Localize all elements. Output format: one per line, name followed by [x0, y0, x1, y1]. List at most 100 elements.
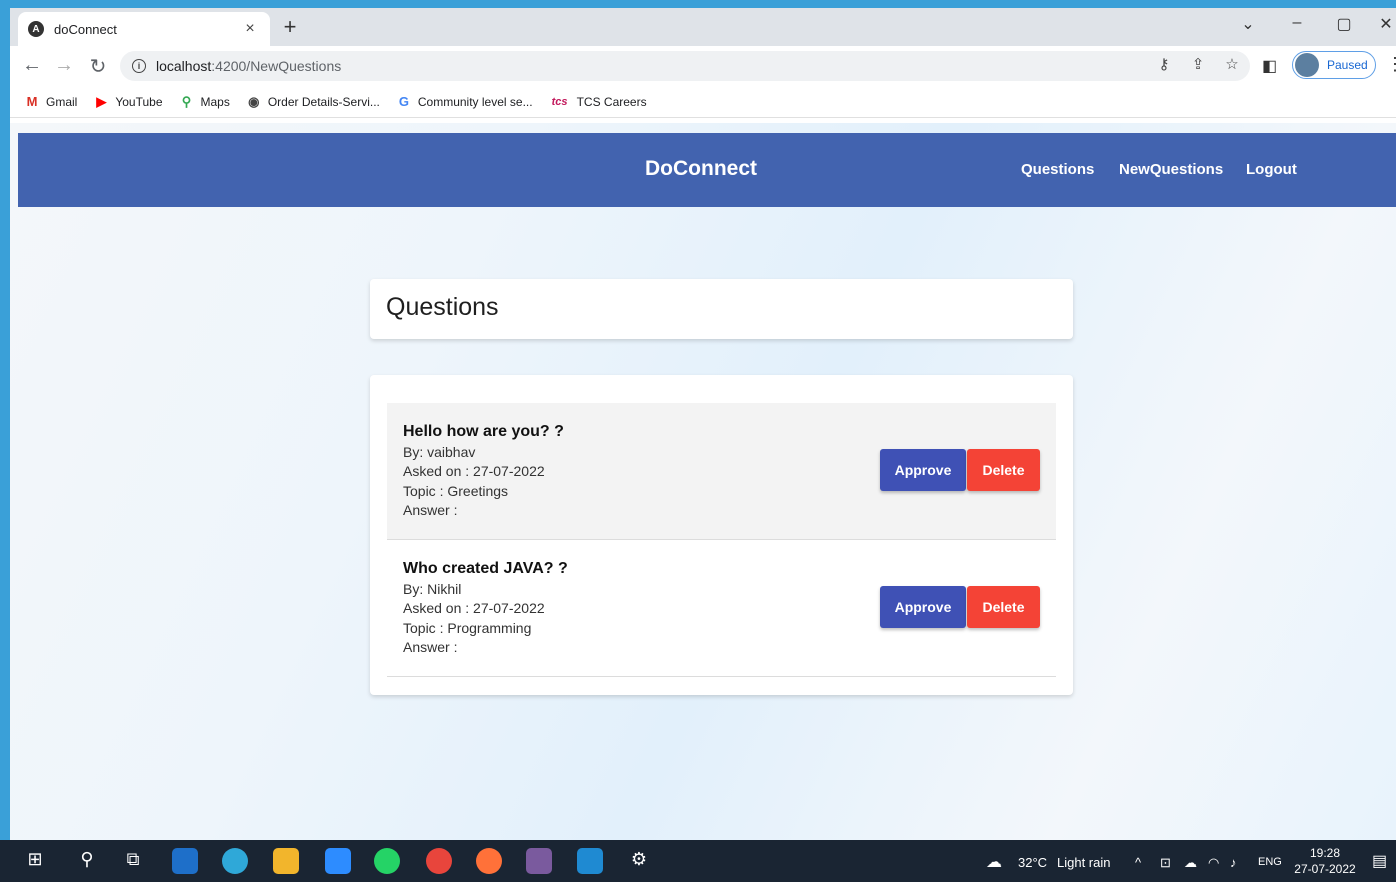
list-item: Hello how are you? ? By: vaibhav Asked o… [387, 403, 1056, 540]
delete-button[interactable]: Delete [967, 449, 1040, 491]
clock-date: 27-07-2022 [1294, 862, 1356, 876]
question-answer: Answer : [403, 639, 458, 655]
windows-start-icon[interactable]: ⊞ [22, 849, 48, 870]
bookmark-label: TCS Careers [576, 94, 647, 109]
mail-icon[interactable] [172, 848, 198, 874]
search-icon[interactable]: ⚲ [74, 849, 100, 870]
vscode-icon[interactable] [577, 848, 603, 874]
maximize-icon[interactable]: ▢ [1332, 14, 1356, 34]
meet-icon[interactable]: ⊡ [1160, 855, 1171, 871]
bookmark-label: Community level se... [417, 94, 533, 109]
page-title-card: Questions [370, 279, 1073, 339]
gmail-icon: M [26, 94, 38, 109]
onedrive-cloud-icon[interactable]: ☁ [1184, 855, 1197, 871]
bookmark-gmail[interactable]: M Gmail [24, 94, 78, 109]
google-icon: G [398, 94, 409, 109]
bookmark-label: YouTube [115, 94, 163, 109]
windows-taskbar: ⊞ ⚲ ⧉ ⚙ ☁ 32°C Light rain ^ ⊡ ☁ ◠ ♪ ENG … [0, 840, 1396, 882]
tab-close-icon[interactable]: × [240, 20, 260, 38]
question-title: Who created JAVA? ? [403, 560, 568, 577]
question-date: Asked on : 27-07-2022 [403, 600, 545, 616]
avatar [1295, 53, 1319, 77]
firefox-icon[interactable] [476, 848, 502, 874]
omnibox-actions: ⚷ ⇪ ☆ [1154, 55, 1242, 73]
back-icon[interactable]: ← [20, 54, 44, 77]
bookmark-tcs-careers[interactable]: tcs TCS Careers [549, 95, 647, 109]
browser-tab[interactable]: A doConnect × [18, 12, 270, 46]
page-title: Questions [386, 293, 499, 321]
reload-icon[interactable]: ↻ [86, 54, 110, 79]
question-date: Asked on : 27-07-2022 [403, 463, 545, 479]
volume-icon[interactable]: ♪ [1230, 855, 1237, 870]
bookmark-community[interactable]: G Community level se... [396, 94, 533, 109]
profile-button[interactable]: Paused [1292, 51, 1376, 79]
question-author: By: vaibhav [403, 444, 476, 460]
clock-time: 19:28 [1309, 846, 1341, 860]
bookmark-order-details[interactable]: ◉ Order Details-Servi... [246, 94, 380, 110]
share-icon[interactable]: ⇪ [1188, 55, 1208, 73]
wifi-icon[interactable]: ◠ [1208, 855, 1219, 871]
nav-questions[interactable]: Questions [1021, 161, 1094, 178]
approve-button[interactable]: Approve [880, 586, 966, 628]
nav-new-questions[interactable]: NewQuestions [1119, 161, 1223, 178]
forward-icon[interactable]: → [52, 54, 76, 77]
weather-temp[interactable]: 32°C [1018, 855, 1047, 870]
question-title: Hello how are you? ? [403, 423, 564, 440]
tray-chevron-icon[interactable]: ^ [1135, 855, 1141, 870]
bookmark-label: Gmail [46, 94, 78, 109]
tab-strip: A doConnect × + ⌄ – ▢ ✕ [10, 8, 1396, 46]
ide-icon[interactable] [526, 848, 552, 874]
close-window-icon[interactable]: ✕ [1374, 14, 1396, 34]
site-info-icon[interactable]: i [132, 59, 146, 73]
url-text: localhost:4200/NewQuestions [156, 58, 341, 74]
tcs-logo-icon: tcs [551, 95, 568, 108]
browser-window: A doConnect × + ⌄ – ▢ ✕ ← → ↻ i localhos… [10, 8, 1396, 840]
settings-gear-icon[interactable]: ⚙ [626, 849, 652, 870]
notifications-icon[interactable]: ▤ [1372, 851, 1387, 871]
tab-title: doConnect [54, 21, 117, 37]
task-view-icon[interactable]: ⧉ [120, 849, 146, 870]
maps-pin-icon: ⚲ [181, 93, 192, 109]
edge-icon[interactable] [222, 848, 248, 874]
address-bar[interactable]: i localhost:4200/NewQuestions ⚷ ⇪ ☆ [120, 51, 1250, 81]
question-topic: Topic : Programming [403, 620, 532, 636]
file-explorer-icon[interactable] [273, 848, 299, 874]
weather-desc[interactable]: Light rain [1057, 855, 1110, 870]
zoom-icon[interactable] [325, 848, 351, 874]
star-icon[interactable]: ☆ [1222, 55, 1242, 73]
language-indicator[interactable]: ENG [1258, 856, 1282, 868]
menu-kebab-icon[interactable]: ⋮ [1386, 54, 1396, 75]
globe-icon: ◉ [248, 93, 260, 109]
bookmarks-bar: M Gmail ▶ YouTube ⚲ Maps ◉ Order Details… [10, 86, 1396, 118]
bookmark-label: Maps [200, 94, 230, 109]
question-topic: Topic : Greetings [403, 483, 509, 499]
bookmark-maps[interactable]: ⚲ Maps [179, 94, 230, 110]
bookmark-youtube[interactable]: ▶ YouTube [93, 94, 162, 110]
side-panel-icon[interactable]: ◧ [1262, 56, 1282, 76]
list-item: Who created JAVA? ? By: Nikhil Asked on … [387, 540, 1056, 677]
bookmark-label: Order Details-Servi... [267, 94, 380, 109]
question-author: By: Nikhil [403, 581, 462, 597]
delete-button[interactable]: Delete [967, 586, 1040, 628]
key-icon[interactable]: ⚷ [1154, 55, 1174, 73]
approve-button[interactable]: Approve [880, 449, 966, 491]
app-header: DoConnect Questions NewQuestions Logout [18, 133, 1396, 207]
nav-logout[interactable]: Logout [1246, 161, 1297, 178]
chrome-icon[interactable] [426, 848, 452, 874]
profile-status: Paused [1327, 58, 1368, 72]
angular-favicon-icon: A [28, 21, 44, 37]
browser-toolbar: ← → ↻ i localhost:4200/NewQuestions ⚷ ⇪ … [10, 46, 1396, 86]
minimize-icon[interactable]: – [1285, 14, 1309, 32]
youtube-icon: ▶ [96, 93, 107, 109]
clock[interactable]: 19:28 27-07-2022 [1292, 845, 1358, 877]
whatsapp-icon[interactable] [374, 848, 400, 874]
url-path: :4200/NewQuestions [211, 58, 342, 74]
page-viewport: DoConnect Questions NewQuestions Logout … [10, 123, 1396, 840]
weather-cloud-icon: ☁ [986, 854, 1002, 871]
brand-title[interactable]: DoConnect [645, 157, 757, 181]
question-answer: Answer : [403, 502, 458, 518]
questions-card: Hello how are you? ? By: vaibhav Asked o… [370, 375, 1073, 695]
tab-search-icon[interactable]: ⌄ [1236, 14, 1260, 34]
url-host: localhost [156, 58, 212, 74]
new-tab-icon[interactable]: + [278, 14, 302, 40]
